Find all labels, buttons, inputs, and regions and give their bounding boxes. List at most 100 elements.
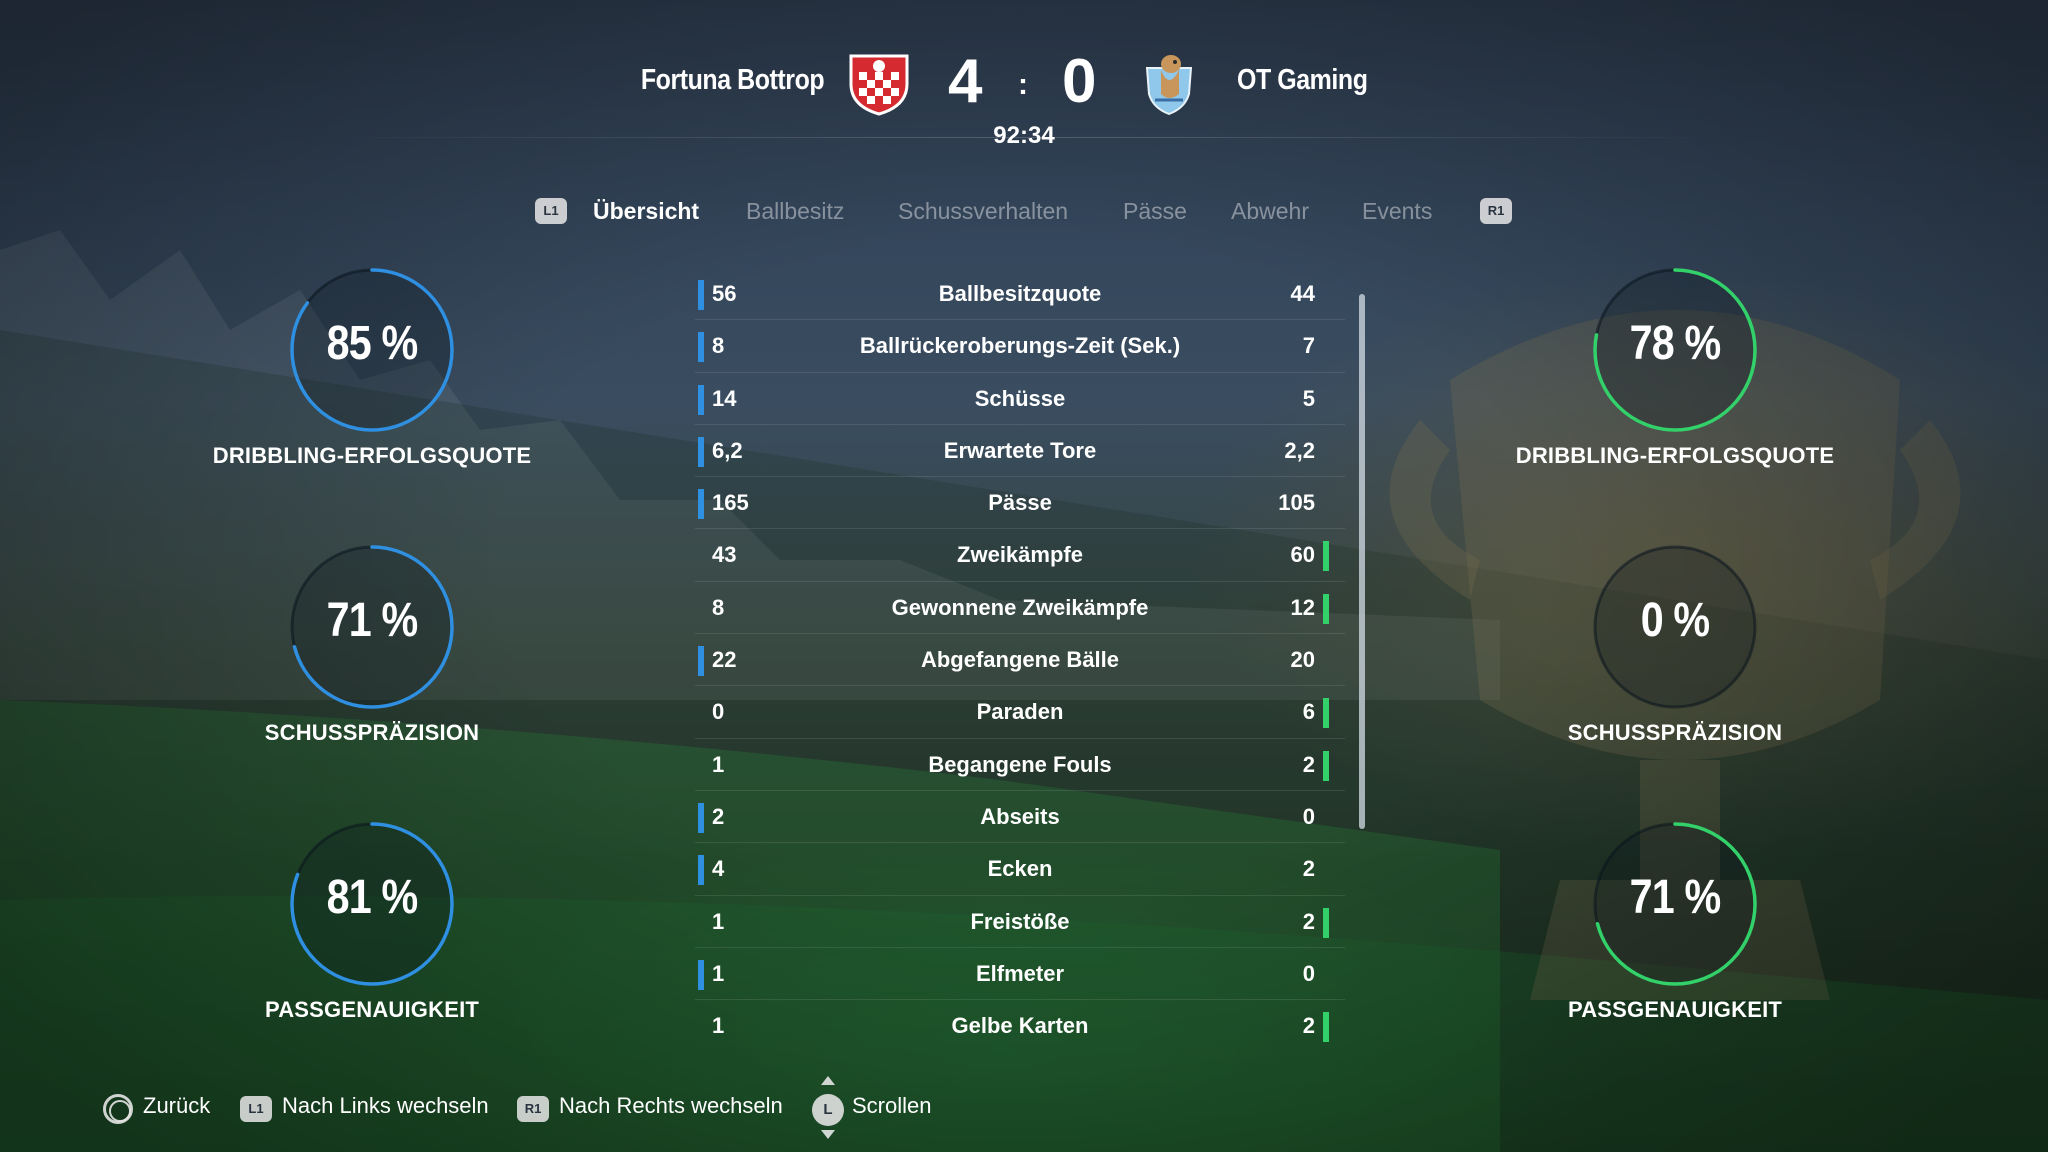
stat-label: Ballrückeroberungs-Zeit (Sek.): [859, 333, 1181, 359]
home-pass-accuracy-label: PASSGENAUIGKEIT: [264, 997, 480, 1022]
stat-row: 56 Ballbesitzquote 44: [695, 268, 1345, 321]
stat-row: 8 Ballrückeroberungs-Zeit (Sek.) 7: [695, 320, 1345, 373]
circle-button-icon: [103, 1094, 133, 1124]
tab-abwehr[interactable]: Abwehr: [1231, 198, 1309, 225]
l1-button-icon[interactable]: L1: [535, 198, 567, 224]
back-label: Zurück: [143, 1093, 211, 1118]
stat-away-value: 2,2: [1284, 437, 1315, 463]
away-pass-accuracy-label: PASSGENAUIGKEIT: [1567, 997, 1783, 1022]
stat-away-value: 7: [1302, 333, 1315, 359]
header-divider: [300, 137, 1748, 138]
stat-label: Pässe: [988, 490, 1052, 516]
tab-uebersicht[interactable]: Übersicht: [593, 198, 699, 225]
stats-table[interactable]: 56 Ballbesitzquote 44 8 Ballrückeroberungs-…: [695, 268, 1345, 1052]
stat-away-value: 2: [1302, 1013, 1315, 1039]
left-stick-icon: L: [812, 1094, 844, 1126]
arrow-up-icon: [821, 1076, 835, 1085]
away-leader-bar: [1323, 541, 1329, 572]
home-pass-accuracy-ring: 81 % PASSGENAUIGKEIT: [158, 820, 558, 1070]
away-pass-accuracy-ring: 71 % PASSGENAUIGKEIT: [1461, 820, 1861, 1070]
stat-away-value: 44: [1290, 281, 1315, 306]
arrow-down-icon: [821, 1130, 835, 1139]
stat-row: 1 Gelbe Karten 2: [695, 1000, 1345, 1052]
stat-label: Zweikämpfe: [957, 542, 1083, 568]
away-leader-bar: [1323, 593, 1329, 624]
stat-row: 165 Pässe 105: [695, 477, 1345, 530]
switch-left-label: Nach Links wechseln: [282, 1093, 489, 1118]
l1-button-icon: L1: [240, 1096, 272, 1122]
away-shot-accuracy-value: 0 %: [1640, 594, 1710, 647]
stats-tab-bar: L1 Übersicht Ballbesitz Schussverhalten …: [0, 192, 2048, 232]
tab-ballbesitz[interactable]: Ballbesitz: [746, 198, 844, 225]
stat-label: Gelbe Karten: [951, 1013, 1089, 1039]
stat-away-value: 2: [1302, 908, 1315, 934]
tab-schussverhalten[interactable]: Schussverhalten: [898, 198, 1068, 225]
away-leader-bar: [1323, 907, 1329, 938]
stat-away-value: 60: [1290, 542, 1315, 568]
stats-scrollbar-thumb[interactable]: [1359, 294, 1365, 829]
match-clock: 92:34: [993, 122, 1055, 149]
away-leader-bar: [1323, 750, 1329, 781]
stat-away-value: 0: [1302, 960, 1315, 986]
stat-label: Abgefangene Bälle: [920, 647, 1120, 673]
switch-right-label: Nach Rechts wechseln: [559, 1093, 783, 1118]
stat-row: 6,2 Erwartete Tore 2,2: [695, 425, 1345, 478]
stat-row: 14 Schüsse 5: [695, 373, 1345, 425]
stat-row: 2 Abseits 0: [695, 791, 1345, 844]
stat-label: Abseits: [980, 803, 1060, 829]
stat-label: Ecken: [987, 856, 1053, 882]
stat-label: Erwartete Tore: [943, 437, 1097, 463]
stat-row: 8 Gewonnene Zweikämpfe 12: [695, 582, 1345, 635]
stat-away-value: 12: [1290, 594, 1315, 620]
away-dribbling-ring: 78 % DRIBBLING-ERFOLGSQUOTE: [1461, 266, 1861, 516]
stat-away-value: 0: [1302, 803, 1315, 829]
controller-hints: Zurück L1 Nach Links wechseln R1 Nach Re…: [0, 1076, 2048, 1139]
away-shot-accuracy-ring: 0 % SCHUSSPRÄZISION: [1461, 543, 1861, 793]
home-score: 4: [948, 47, 983, 116]
home-pass-accuracy-value: 81 %: [326, 871, 419, 924]
home-dribbling-label: DRIBBLING-ERFOLGSQUOTE: [212, 443, 532, 468]
stat-label: Schüsse: [974, 385, 1066, 411]
stat-label: Gewonnene Zweikämpfe: [891, 594, 1149, 620]
stat-row: 22 Abgefangene Bälle 20: [695, 634, 1345, 687]
away-score: 0: [1062, 47, 1097, 116]
away-dribbling-label: DRIBBLING-ERFOLGSQUOTE: [1515, 443, 1835, 468]
ot-gaming-crest-icon: [1145, 55, 1193, 116]
r1-button-icon[interactable]: R1: [1480, 198, 1512, 224]
r1-button-icon: R1: [517, 1096, 549, 1122]
switch-right-hint[interactable]: R1 Nach Rechts wechseln: [517, 1088, 797, 1128]
stat-row: 1 Elfmeter 0: [695, 948, 1345, 1001]
home-dribbling-value: 85 %: [326, 317, 419, 370]
fortuna-bottrop-crest-icon: [849, 54, 909, 116]
stat-row: 0 Paraden 6: [695, 686, 1345, 739]
stat-row: 43 Zweikämpfe 60: [695, 529, 1345, 582]
switch-left-hint[interactable]: L1 Nach Links wechseln: [240, 1088, 500, 1128]
stat-away-value: 5: [1302, 385, 1315, 411]
away-pass-accuracy-value: 71 %: [1629, 871, 1722, 924]
back-hint[interactable]: Zurück: [103, 1088, 223, 1128]
away-dribbling-value: 78 %: [1629, 317, 1722, 370]
stat-label: Paraden: [976, 699, 1064, 725]
stat-away-value: 6: [1302, 699, 1315, 725]
stat-row: 1 Freistöße 2: [695, 896, 1345, 948]
away-shot-accuracy-label: SCHUSSPRÄZISION: [1567, 720, 1783, 745]
home-shot-accuracy-ring: 71 % SCHUSSPRÄZISION: [158, 543, 558, 793]
scroll-hint[interactable]: L Scrollen: [812, 1076, 972, 1139]
stat-label: Begangene Fouls: [928, 751, 1112, 777]
stat-away-value: 105: [1278, 490, 1315, 516]
home-shot-accuracy-label: SCHUSSPRÄZISION: [264, 720, 480, 745]
away-leader-bar: [1323, 1012, 1329, 1043]
away-leader-bar: [1323, 698, 1329, 729]
tab-events[interactable]: Events: [1362, 198, 1432, 225]
stat-away-value: 2: [1302, 856, 1315, 882]
match-header: Fortuna Bottrop 4 : 0 OT Gaming 92:34: [0, 40, 2048, 160]
home-team-name: Fortuna Bottrop: [640, 64, 825, 96]
stat-label: Ballbesitzquote: [938, 281, 1102, 306]
home-dribbling-ring: 85 % DRIBBLING-ERFOLGSQUOTE: [158, 266, 558, 516]
tab-paesse[interactable]: Pässe: [1123, 198, 1187, 225]
scroll-label: Scrollen: [852, 1093, 932, 1118]
stat-label: Elfmeter: [975, 960, 1065, 986]
score-separator: :: [1018, 68, 1028, 101]
away-team-name: OT Gaming: [1237, 64, 1368, 96]
stat-row: 1 Begangene Fouls 2: [695, 739, 1345, 791]
